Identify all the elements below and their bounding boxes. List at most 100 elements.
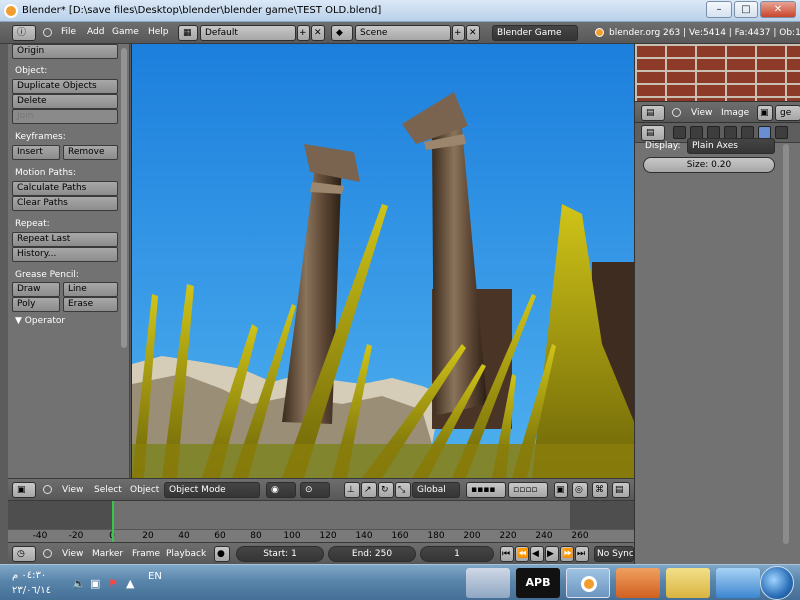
operator-panel-header[interactable]: ▼ Operator: [15, 316, 65, 326]
timeline-playback-menu[interactable]: Playback: [166, 549, 206, 559]
editor-type-3d-icon[interactable]: ▣: [12, 482, 36, 498]
add-screen-icon[interactable]: +: [297, 25, 310, 41]
editor-type-image-icon[interactable]: ▤: [641, 105, 665, 121]
timeline-view-menu[interactable]: View: [62, 549, 83, 559]
tool-shelf: Origin Object: Duplicate Objects Delete …: [8, 44, 130, 478]
paint-app-icon[interactable]: [466, 568, 510, 598]
viewport-object-menu[interactable]: Object: [130, 485, 159, 495]
timeline-header-toggle-icon[interactable]: [43, 549, 52, 558]
render-engine-dropdown[interactable]: Blender Game: [492, 25, 578, 41]
pivot-point-icon[interactable]: ⊙: [300, 482, 330, 498]
clock-time[interactable]: ٠٤:٣٠ م: [12, 570, 46, 581]
timeline-playhead[interactable]: [112, 501, 114, 543]
start-frame-field[interactable]: Start: 1: [236, 546, 324, 562]
screen-layout-field[interactable]: Default: [200, 25, 296, 41]
sync-mode-dropdown[interactable]: No Sync: [594, 546, 634, 562]
remove-scene-icon[interactable]: ✕: [466, 25, 480, 41]
blender-taskbar-icon[interactable]: [566, 568, 610, 598]
line-button[interactable]: Line: [63, 282, 118, 297]
scene-icon[interactable]: ◆: [331, 25, 353, 41]
jump-end-icon[interactable]: ⏭: [575, 546, 589, 562]
screen-layout-icon[interactable]: ▦: [178, 25, 198, 41]
editor-type-timeline-icon[interactable]: ◷: [12, 546, 36, 562]
play-icon[interactable]: ▶: [545, 546, 559, 562]
internet-explorer-icon[interactable]: [716, 568, 760, 598]
insert-keyframe-button[interactable]: Insert: [12, 145, 60, 160]
poly-button[interactable]: Poly: [12, 297, 60, 312]
physics-tab-icon[interactable]: [775, 126, 788, 139]
render-tab-icon[interactable]: [673, 126, 686, 139]
tool-shelf-scrollbar[interactable]: [121, 48, 127, 348]
scale-icon[interactable]: ⤡: [395, 482, 411, 498]
remove-keyframe-button[interactable]: Remove: [63, 145, 118, 160]
jump-start-icon[interactable]: ⏮: [500, 546, 514, 562]
prev-keyframe-icon[interactable]: ⏪: [515, 546, 529, 562]
duplicate-objects-button[interactable]: Duplicate Objects: [12, 79, 118, 94]
editor-type-info-icon[interactable]: ⓘ: [12, 25, 36, 41]
timeline-marker-menu[interactable]: Marker: [92, 549, 123, 559]
volume-icon[interactable]: 🔈: [72, 577, 86, 590]
windows-start-button[interactable]: [760, 566, 794, 600]
maximize-button[interactable]: □: [734, 1, 758, 18]
origin-button[interactable]: Origin: [12, 44, 118, 59]
image-header-toggle-icon[interactable]: [672, 108, 681, 117]
lock-camera-icon[interactable]: ▣: [554, 482, 568, 498]
properties-scrollbar[interactable]: [783, 144, 789, 544]
join-button[interactable]: Join: [12, 109, 118, 124]
image-name-field[interactable]: ge: [775, 105, 800, 121]
network-icon[interactable]: ▣: [90, 577, 100, 590]
end-frame-field[interactable]: End: 250: [328, 546, 416, 562]
header-toggle-icon[interactable]: [43, 28, 52, 37]
display-type-dropdown[interactable]: Plain Axes: [687, 138, 775, 154]
show-hidden-icons[interactable]: ▲: [126, 577, 134, 590]
clock-date[interactable]: ٢٣/٠٦/١٤: [12, 585, 51, 596]
media-player-icon[interactable]: [616, 568, 660, 598]
layers-group-b[interactable]: ▫▫▫▫: [508, 482, 548, 498]
menu-help[interactable]: Help: [148, 27, 169, 37]
viewport-shading-icon[interactable]: ◉: [266, 482, 296, 498]
remove-screen-icon[interactable]: ✕: [311, 25, 325, 41]
viewport-view-menu[interactable]: View: [62, 485, 83, 495]
scene-field[interactable]: Scene: [355, 25, 451, 41]
menu-game[interactable]: Game: [112, 27, 139, 37]
draw-button[interactable]: Draw: [12, 282, 60, 297]
image-browse-icon[interactable]: ▣: [757, 105, 773, 121]
opengl-render-icon[interactable]: ◎: [572, 482, 588, 498]
image-image-menu[interactable]: Image: [721, 108, 749, 118]
action-center-icon[interactable]: ⚑: [108, 577, 118, 590]
snap-target-icon[interactable]: ▤: [612, 482, 630, 498]
menu-file[interactable]: File: [61, 27, 76, 37]
3d-viewport[interactable]: [131, 44, 634, 478]
editor-type-properties-icon[interactable]: ▤: [641, 125, 665, 141]
close-button[interactable]: ✕: [760, 1, 796, 18]
apb-app-icon[interactable]: APB: [516, 568, 560, 598]
timeline-editor[interactable]: -40-200204060801001201401601802002202402…: [8, 500, 634, 543]
menu-add[interactable]: Add: [87, 27, 104, 37]
layers-group-a[interactable]: ▪▪▪▪: [466, 482, 506, 498]
language-indicator[interactable]: EN: [148, 571, 162, 582]
rotate-icon[interactable]: ↻: [378, 482, 394, 498]
play-reverse-icon[interactable]: ◀: [530, 546, 544, 562]
snap-icon[interactable]: ⌘: [592, 482, 608, 498]
record-icon[interactable]: ●: [214, 546, 230, 562]
repeat-last-button[interactable]: Repeat Last: [12, 232, 118, 247]
clear-paths-button[interactable]: Clear Paths: [12, 196, 118, 211]
history-button[interactable]: History...: [12, 247, 118, 262]
add-scene-icon[interactable]: +: [452, 25, 465, 41]
image-view-menu[interactable]: View: [691, 108, 712, 118]
object-mode-dropdown[interactable]: Object Mode: [164, 482, 260, 498]
translate-icon[interactable]: ↗: [361, 482, 377, 498]
timeline-frame-menu[interactable]: Frame: [132, 549, 160, 559]
manipulator-icon[interactable]: ⊥: [344, 482, 360, 498]
file-explorer-icon[interactable]: [666, 568, 710, 598]
erase-button[interactable]: Erase: [63, 297, 118, 312]
calculate-paths-button[interactable]: Calculate Paths: [12, 181, 118, 196]
delete-button[interactable]: Delete: [12, 94, 118, 109]
viewport-select-menu[interactable]: Select: [94, 485, 122, 495]
current-frame-field[interactable]: 1: [420, 546, 494, 562]
viewport-header-toggle-icon[interactable]: [43, 485, 52, 494]
next-keyframe-icon[interactable]: ⏩: [560, 546, 574, 562]
size-field[interactable]: Size: 0.20: [643, 157, 775, 173]
transform-orientation-dropdown[interactable]: Global: [412, 482, 460, 498]
minimize-button[interactable]: –: [706, 1, 732, 18]
